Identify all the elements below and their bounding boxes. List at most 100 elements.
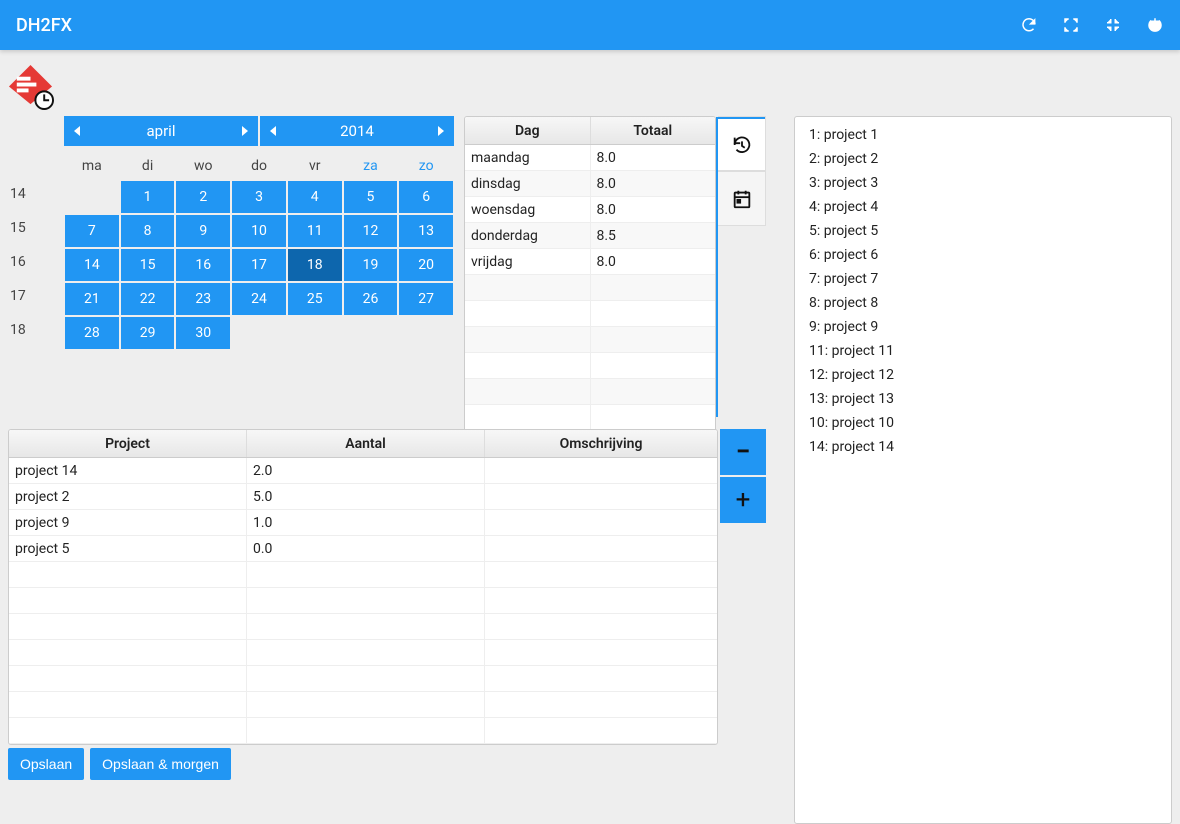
save-next-button[interactable]: Opslaan & morgen bbox=[90, 748, 231, 780]
day-totals-table: Dag Totaal maandag8.0dinsdag8.0woensdag8… bbox=[464, 116, 716, 432]
calendar-day[interactable]: 16 bbox=[176, 249, 230, 281]
refresh-icon[interactable] bbox=[1020, 16, 1038, 34]
entries-row bbox=[9, 614, 717, 640]
dow-label: za bbox=[343, 152, 399, 180]
save-button[interactable]: Opslaan bbox=[8, 748, 84, 780]
calendar-day[interactable]: 6 bbox=[399, 181, 453, 213]
project-list-item[interactable]: 5: project 5 bbox=[795, 219, 1171, 243]
entries-row bbox=[9, 562, 717, 588]
entries-row bbox=[9, 718, 717, 744]
power-icon[interactable] bbox=[1146, 16, 1164, 34]
calendar-day[interactable]: 7 bbox=[65, 215, 119, 247]
week-number: 17 bbox=[8, 282, 64, 316]
calendar-day[interactable]: 11 bbox=[288, 215, 342, 247]
day-total-row[interactable]: donderdag8.5 bbox=[465, 223, 715, 249]
calendar-day[interactable]: 18 bbox=[288, 249, 342, 281]
calendar-day[interactable]: 3 bbox=[232, 181, 286, 213]
dow-label: vr bbox=[287, 152, 343, 180]
project-list-item[interactable]: 14: project 14 bbox=[795, 435, 1171, 459]
project-list-item[interactable]: 8: project 8 bbox=[795, 291, 1171, 315]
calendar-day[interactable]: 23 bbox=[176, 283, 230, 315]
day-total-row bbox=[465, 379, 715, 405]
add-row-button[interactable]: + bbox=[720, 477, 766, 523]
calendar-day[interactable]: 25 bbox=[288, 283, 342, 315]
week-number: 14 bbox=[8, 180, 64, 214]
entries-row[interactable]: project 91.0 bbox=[9, 510, 717, 536]
entries-table: Project Aantal Omschrijving project 142.… bbox=[8, 429, 718, 745]
project-list-item[interactable]: 9: project 9 bbox=[795, 315, 1171, 339]
calendar-day[interactable]: 29 bbox=[121, 317, 175, 349]
project-list-item[interactable]: 10: project 10 bbox=[795, 411, 1171, 435]
project-list-item[interactable]: 12: project 12 bbox=[795, 363, 1171, 387]
next-month-button[interactable] bbox=[242, 126, 248, 136]
calendar-day[interactable]: 2 bbox=[176, 181, 230, 213]
next-year-button[interactable] bbox=[438, 126, 444, 136]
calendar-day[interactable]: 12 bbox=[344, 215, 398, 247]
col-desc-header: Omschrijving bbox=[485, 430, 717, 457]
calendar-day[interactable]: 30 bbox=[176, 317, 230, 349]
entries-row[interactable]: project 25.0 bbox=[9, 484, 717, 510]
fullscreen-icon[interactable] bbox=[1062, 16, 1080, 34]
project-list-item[interactable]: 3: project 3 bbox=[795, 171, 1171, 195]
entries-row[interactable]: project 50.0 bbox=[9, 536, 717, 562]
remove-row-button[interactable]: − bbox=[720, 429, 766, 475]
project-list-item[interactable]: 7: project 7 bbox=[795, 267, 1171, 291]
dow-label: ma bbox=[64, 152, 120, 180]
calendar-day[interactable]: 9 bbox=[176, 215, 230, 247]
calendar-day[interactable]: 24 bbox=[232, 283, 286, 315]
day-total-row[interactable]: vrijdag8.0 bbox=[465, 249, 715, 275]
exit-fullscreen-icon[interactable] bbox=[1104, 16, 1122, 34]
calendar-day bbox=[288, 317, 342, 349]
calendar-day[interactable]: 10 bbox=[232, 215, 286, 247]
col-project-header: Project bbox=[9, 430, 247, 457]
calendar-grid: 1412345615789101112131614151617181920172… bbox=[8, 180, 454, 350]
calendar-day[interactable]: 17 bbox=[232, 249, 286, 281]
dow-label: do bbox=[231, 152, 287, 180]
calendar-day bbox=[232, 317, 286, 349]
day-total-row[interactable]: dinsdag8.0 bbox=[465, 171, 715, 197]
entries-row bbox=[9, 692, 717, 718]
year-picker: 2014 bbox=[260, 116, 454, 146]
calendar-day[interactable]: 28 bbox=[65, 317, 119, 349]
tab-calendar[interactable] bbox=[718, 171, 765, 225]
calendar-day[interactable]: 20 bbox=[399, 249, 453, 281]
day-total-row[interactable]: maandag8.0 bbox=[465, 145, 715, 171]
project-list-item[interactable]: 1: project 1 bbox=[795, 123, 1171, 147]
calendar-day[interactable]: 27 bbox=[399, 283, 453, 315]
calendar-day[interactable]: 21 bbox=[65, 283, 119, 315]
calendar-day[interactable]: 26 bbox=[344, 283, 398, 315]
project-list-item[interactable]: 2: project 2 bbox=[795, 147, 1171, 171]
project-list-item[interactable]: 6: project 6 bbox=[795, 243, 1171, 267]
project-list-item[interactable]: 11: project 11 bbox=[795, 339, 1171, 363]
calendar-day[interactable]: 13 bbox=[399, 215, 453, 247]
project-list-item[interactable]: 4: project 4 bbox=[795, 195, 1171, 219]
day-total-row bbox=[465, 405, 715, 431]
prev-month-button[interactable] bbox=[74, 126, 80, 136]
day-total-row[interactable]: woensdag8.0 bbox=[465, 197, 715, 223]
calendar-day[interactable]: 8 bbox=[121, 215, 175, 247]
calendar-day[interactable]: 5 bbox=[344, 181, 398, 213]
calendar-day[interactable]: 15 bbox=[121, 249, 175, 281]
tab-history[interactable] bbox=[718, 117, 765, 171]
year-label: 2014 bbox=[340, 122, 374, 140]
prev-year-button[interactable] bbox=[270, 126, 276, 136]
calendar-day[interactable]: 14 bbox=[65, 249, 119, 281]
project-list-item[interactable]: 13: project 13 bbox=[795, 387, 1171, 411]
month-label: april bbox=[147, 122, 176, 140]
week-number: 18 bbox=[8, 316, 64, 350]
col-day-header: Dag bbox=[465, 117, 591, 144]
col-total-header: Totaal bbox=[591, 117, 716, 144]
brand: DH2FX bbox=[16, 15, 72, 36]
calendar-day[interactable]: 19 bbox=[344, 249, 398, 281]
calendar-day[interactable]: 4 bbox=[288, 181, 342, 213]
calendar-day[interactable]: 1 bbox=[121, 181, 175, 213]
calendar-day bbox=[399, 317, 453, 349]
content: april 2014 madiwodovrzazo 14123456157891… bbox=[0, 50, 1180, 66]
col-count-header: Aantal bbox=[247, 430, 485, 457]
side-tabs bbox=[718, 116, 766, 226]
day-total-row bbox=[465, 353, 715, 379]
calendar-day[interactable]: 22 bbox=[121, 283, 175, 315]
entries-row[interactable]: project 142.0 bbox=[9, 458, 717, 484]
logo-icon bbox=[7, 63, 54, 110]
topbar: DH2FX bbox=[0, 0, 1180, 50]
